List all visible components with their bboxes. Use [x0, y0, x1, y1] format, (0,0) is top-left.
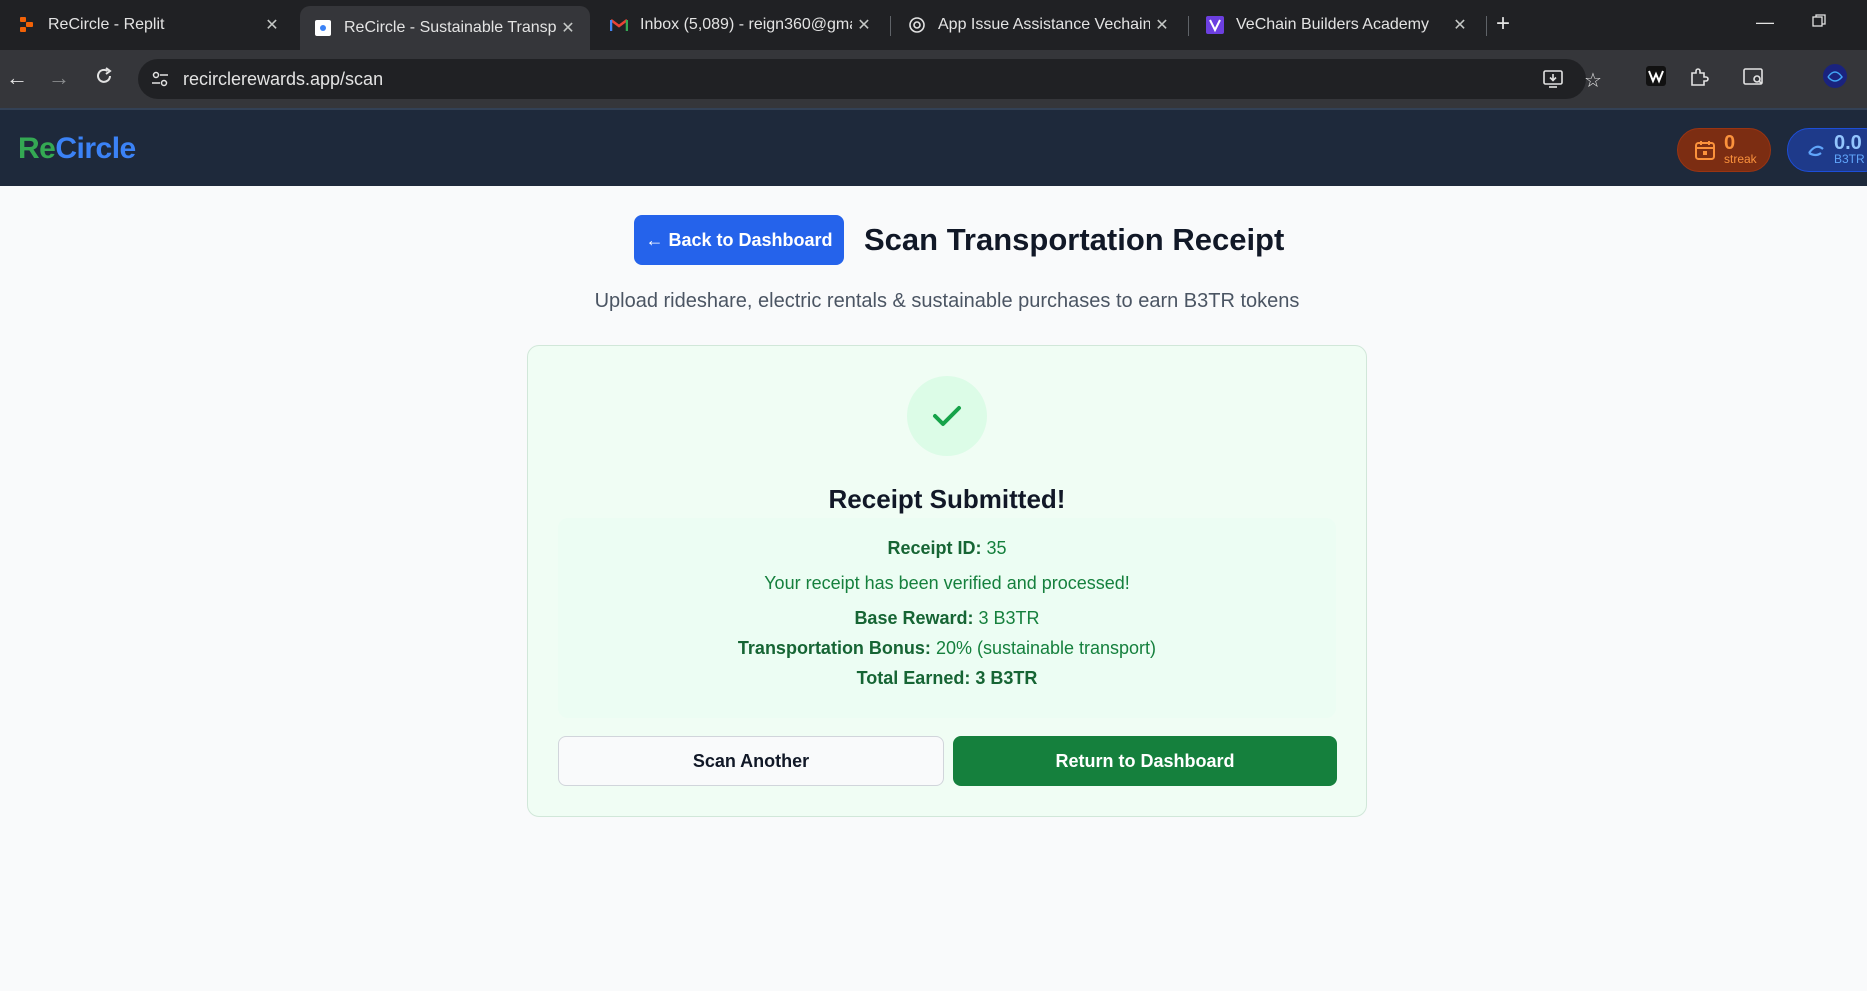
new-tab-icon[interactable]: + [1496, 12, 1510, 36]
total-earned-label: Total Earned: [856, 668, 971, 688]
site-settings-icon[interactable] [148, 67, 172, 91]
receipt-details: Receipt ID: 35 Your receipt has been ver… [558, 518, 1336, 718]
recircle-favicon-icon [314, 19, 332, 37]
verified-message: Your receipt has been verified and proce… [764, 573, 1130, 593]
bonus-label: Transportation Bonus: [737, 638, 931, 658]
bookmark-star-icon[interactable]: ☆ [1584, 68, 1602, 93]
profile-avatar-icon[interactable] [1822, 63, 1848, 95]
browser-tab-vechain[interactable]: VeChain Builders Academy ✕ [1192, 8, 1482, 42]
page-subtitle: Upload rideshare, electric rentals & sus… [594, 290, 1300, 312]
tab-title: ReCircle - Sustainable Transport [344, 19, 556, 36]
tab-title: Inbox (5,089) - reign360@gmail [640, 16, 852, 33]
token-value: 0.0 [1834, 132, 1862, 154]
return-to-dashboard-button[interactable]: Return to Dashboard [953, 736, 1337, 786]
streak-label: streak [1724, 152, 1757, 166]
forward-arrow-icon[interactable]: → [48, 66, 70, 90]
browser-tab-gmail[interactable]: Inbox (5,089) - reign360@gmail ✕ [596, 8, 886, 42]
receipt-id-line: Receipt ID: 35 [558, 538, 1336, 559]
reload-icon[interactable] [94, 66, 114, 91]
wallet-extension-icon[interactable] [1644, 64, 1668, 94]
logo-text-circle: Circle [55, 132, 136, 165]
openai-icon [908, 16, 926, 34]
total-earned-value: 3 B3TR [975, 668, 1038, 688]
receipt-result-card: Receipt Submitted! Receipt ID: 35 Your r… [527, 345, 1367, 817]
vechain-icon [1206, 16, 1224, 34]
back-arrow-icon[interactable]: ← [6, 66, 28, 90]
token-label: B3TR [1834, 152, 1865, 166]
close-icon[interactable]: ✕ [852, 15, 876, 35]
close-icon[interactable]: ✕ [1150, 15, 1174, 35]
tab-search-icon[interactable] [1742, 66, 1766, 94]
receipt-id-value: 35 [986, 538, 1007, 558]
receipt-id-label: Receipt ID: [887, 538, 982, 558]
page-title: Scan Transportation Receipt [864, 222, 1285, 257]
browser-tab-replit[interactable]: ReCircle - Replit ✕ [4, 8, 294, 42]
logo-text-re: Re [18, 132, 56, 165]
close-icon[interactable]: ✕ [1448, 15, 1472, 35]
tab-title: App Issue Assistance Vechain [938, 16, 1150, 33]
minimize-icon[interactable]: — [1756, 12, 1774, 33]
base-reward-line: Base Reward: 3 B3TR [558, 608, 1336, 629]
app-header: ReCircle 0 streak 0.0 B3TR [0, 108, 1867, 186]
gmail-icon [610, 16, 628, 34]
browser-tab-strip: ReCircle - Replit ✕ ReCircle - Sustainab… [0, 0, 1867, 50]
url-text: recirclerewards.app/scan [183, 69, 384, 89]
tab-title: ReCircle - Replit [48, 16, 165, 33]
transportation-bonus-line: Transportation Bonus: 20% (sustainable t… [558, 638, 1336, 659]
tab-separator [890, 16, 891, 36]
close-icon[interactable]: ✕ [556, 18, 580, 38]
tab-separator [1486, 16, 1487, 36]
browser-tab-chatgpt[interactable]: App Issue Assistance Vechain ✕ [894, 8, 1184, 42]
streak-badge[interactable]: 0 streak [1677, 128, 1771, 172]
calendar-icon [1694, 139, 1716, 161]
browser-tab-recircle[interactable]: ReCircle - Sustainable Transport ✕ [300, 6, 590, 50]
scan-another-button[interactable]: Scan Another [558, 736, 944, 786]
token-balance-badge[interactable]: 0.0 B3TR [1787, 128, 1867, 172]
back-to-dashboard-button[interactable]: ← Back to Dashboard [634, 215, 844, 265]
base-reward-label: Base Reward: [854, 608, 974, 628]
result-title: Receipt Submitted! [828, 484, 1066, 514]
bonus-value: 20% (sustainable transport) [935, 638, 1157, 658]
restore-icon[interactable] [1812, 12, 1826, 33]
replit-icon [18, 16, 36, 34]
base-reward-value: 3 B3TR [978, 608, 1040, 628]
tab-separator [1188, 16, 1189, 36]
success-check-icon [907, 376, 987, 456]
address-bar[interactable]: recirclerewards.app/scan ☆ [138, 59, 1602, 99]
recircle-logo[interactable]: ReCircle [18, 132, 136, 166]
install-app-icon[interactable] [1542, 68, 1564, 96]
total-earned-line: Total Earned: 3 B3TR [558, 668, 1336, 689]
token-icon [1806, 141, 1826, 159]
browser-toolbar: ← → recirclerewards.app/scan ☆ [0, 50, 1867, 108]
close-icon[interactable]: ✕ [260, 15, 284, 35]
tab-title: VeChain Builders Academy [1236, 16, 1429, 33]
streak-value: 0 [1724, 132, 1736, 154]
main-content: ← Back to Dashboard Scan Transportation … [0, 186, 1867, 991]
extensions-puzzle-icon[interactable] [1688, 66, 1710, 94]
